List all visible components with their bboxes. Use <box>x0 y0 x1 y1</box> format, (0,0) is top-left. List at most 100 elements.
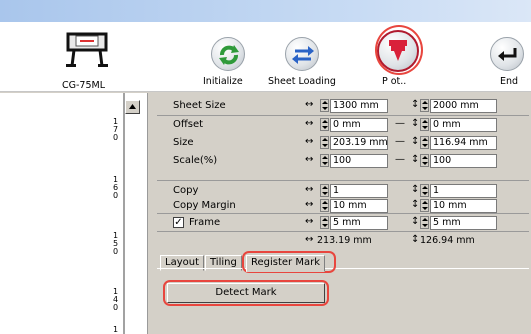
device-label: CG-75ML <box>62 80 106 91</box>
width-arrow-icon: ↔ <box>305 199 314 210</box>
row-scale: Scale(%) ↔ 100 — ↕ 100 <box>157 153 529 169</box>
row-copy-margin: Copy Margin ↔ 10 mm ↕ 10 mm <box>157 198 529 214</box>
ruler-label-150: 1 5 0 <box>113 231 119 256</box>
ruler-panel <box>0 93 148 334</box>
row-label: Frame <box>189 217 221 228</box>
height-stepper[interactable] <box>420 136 429 149</box>
width-arrow-icon: ↔ <box>305 234 314 245</box>
plot-button[interactable]: P ot.. <box>372 22 422 90</box>
width-arrow-icon: ↔ <box>305 99 314 110</box>
width-field[interactable]: 5 mm <box>330 216 388 230</box>
height-field[interactable]: 2000 mm <box>430 99 497 113</box>
height-arrow-icon: ↕ <box>411 234 420 245</box>
end-button[interactable]: End <box>480 22 528 90</box>
width-field[interactable]: 1300 mm <box>330 99 388 113</box>
plot-button-bg <box>377 30 419 72</box>
detect-mark-button[interactable]: Detect Mark <box>167 283 325 303</box>
separator <box>157 115 529 116</box>
height-arrow-icon: ↕ <box>411 99 420 110</box>
plotter-icon <box>66 32 108 67</box>
row-frame: ✓ Frame ↔ 5 mm ↕ 5 mm <box>157 215 529 231</box>
height-field[interactable]: 0 mm <box>430 118 497 132</box>
row-copy: Copy ↔ 1 ↕ 1 <box>157 183 529 199</box>
row-label: Size <box>173 137 194 148</box>
width-field[interactable]: 10 mm <box>330 199 388 213</box>
width-arrow-icon: ↔ <box>305 184 314 195</box>
sheet-loading-button[interactable]: Sheet Loading <box>268 22 338 90</box>
width-arrow-icon: ↔ <box>305 136 314 147</box>
frame-checkbox[interactable]: ✓ <box>173 217 184 228</box>
window-title-bar <box>0 0 531 22</box>
width-field[interactable]: 1 <box>330 184 388 198</box>
width-stepper[interactable] <box>320 216 329 229</box>
row-label: Copy <box>173 185 199 196</box>
row-offset: Offset ↔ 0 mm — ↕ 0 mm <box>157 117 529 133</box>
width-stepper[interactable] <box>320 118 329 131</box>
total-height: 126.94 mm <box>420 235 475 246</box>
width-stepper[interactable] <box>320 184 329 197</box>
height-field[interactable]: 100 <box>430 154 497 168</box>
swap-arrows-icon <box>292 46 314 64</box>
end-button-bg <box>490 37 524 71</box>
ruler-label-140: 1 4 0 <box>113 287 119 312</box>
refresh-icon <box>219 45 239 65</box>
height-arrow-icon: ↕ <box>411 118 420 129</box>
row-label: Copy Margin <box>173 200 236 211</box>
height-stepper[interactable] <box>420 99 429 112</box>
ruler-ticks <box>123 93 125 334</box>
height-arrow-icon: ↕ <box>411 136 420 147</box>
link-icon: — <box>395 136 405 147</box>
height-field[interactable]: 116.94 mm <box>430 136 497 150</box>
scroll-up-button[interactable] <box>125 100 140 114</box>
width-stepper[interactable] <box>320 199 329 212</box>
width-stepper[interactable] <box>320 99 329 112</box>
row-size: Size ↔ 203.19 mm — ↕ 116.94 mm <box>157 135 529 151</box>
height-stepper[interactable] <box>420 154 429 167</box>
return-icon <box>498 48 517 61</box>
height-arrow-icon: ↕ <box>411 216 420 227</box>
triangle-up-icon <box>129 104 136 109</box>
row-label: Scale(%) <box>173 155 218 166</box>
total-width: 213.19 mm <box>317 235 372 246</box>
width-field[interactable]: 203.19 mm <box>330 136 388 150</box>
height-stepper[interactable] <box>420 184 429 197</box>
device-item[interactable]: CG-75ML <box>60 26 112 91</box>
height-stepper[interactable] <box>420 118 429 131</box>
ruler-label-160: 1 6 0 <box>113 175 119 200</box>
width-arrow-icon: ↔ <box>305 216 314 227</box>
width-stepper[interactable] <box>320 136 329 149</box>
tab-register-mark[interactable]: Register Mark <box>246 255 326 272</box>
height-arrow-icon: ↕ <box>411 154 420 165</box>
width-field[interactable]: 0 mm <box>330 118 388 132</box>
width-field[interactable]: 100 <box>330 154 388 168</box>
ruler-label-170: 1 7 0 <box>113 117 119 142</box>
plot-label: P ot.. <box>382 76 407 87</box>
height-arrow-icon: ↕ <box>411 184 420 195</box>
height-field[interactable]: 10 mm <box>430 199 497 213</box>
height-field[interactable]: 5 mm <box>430 216 497 230</box>
initialize-label: Initialize <box>203 76 243 87</box>
row-sheet-size: Sheet Size ↔ 1300 mm ↕ 2000 mm <box>157 98 529 114</box>
height-arrow-icon: ↕ <box>411 199 420 210</box>
link-icon: — <box>395 118 405 129</box>
toolbar: CG-75ML Initialize Sheet Loading P ot.. … <box>0 22 531 92</box>
link-icon: — <box>395 154 405 165</box>
end-label: End <box>500 76 519 87</box>
width-arrow-icon: ↔ <box>305 118 314 129</box>
plot-icon <box>389 40 407 61</box>
separator <box>157 180 529 181</box>
sheet-loading-label: Sheet Loading <box>268 76 336 87</box>
height-field[interactable]: 1 <box>430 184 497 198</box>
initialize-button[interactable]: Initialize <box>203 22 253 90</box>
height-stepper[interactable] <box>420 199 429 212</box>
separator <box>157 231 529 232</box>
sheet-loading-button-bg <box>285 37 319 71</box>
checkmark-icon: ✓ <box>174 217 183 228</box>
height-stepper[interactable] <box>420 216 429 229</box>
row-label: Offset <box>173 119 204 130</box>
ruler-label-130: 1 <box>113 325 119 334</box>
row-label: Sheet Size <box>173 100 226 111</box>
width-stepper[interactable] <box>320 154 329 167</box>
width-arrow-icon: ↔ <box>305 154 314 165</box>
row-total: ↔ 213.19 mm ↕ 126.94 mm <box>157 233 529 249</box>
